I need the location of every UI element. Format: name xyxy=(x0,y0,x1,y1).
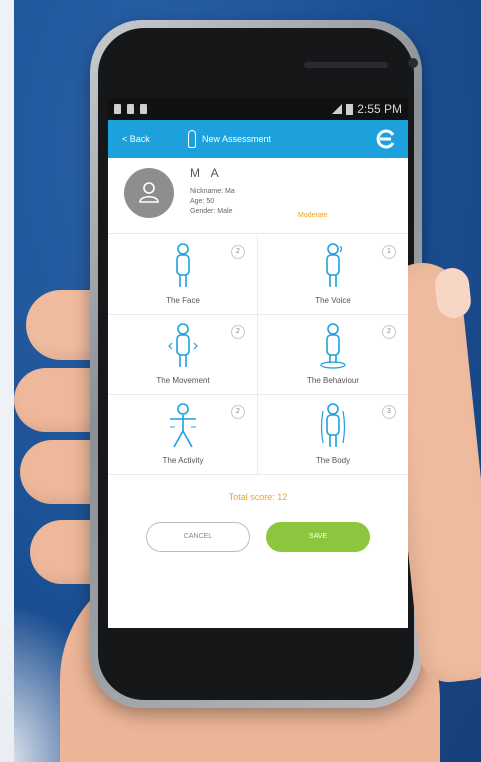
header-title-text: New Assessment xyxy=(202,134,272,144)
patient-gender: Gender: Male xyxy=(190,208,233,215)
score-badge: 2 xyxy=(231,245,245,259)
category-label: The Activity xyxy=(162,456,204,465)
patient-details: Nickname: Ma Age: 50 Gender: Male xyxy=(190,187,235,217)
signal-icon xyxy=(332,104,343,114)
score-badge: 2 xyxy=(231,405,245,419)
battery-icon xyxy=(346,103,354,115)
back-button[interactable]: < Back xyxy=(108,134,188,144)
cancel-button[interactable]: CANCEL xyxy=(146,522,250,552)
avatar-icon xyxy=(139,182,159,203)
body-figure-icon xyxy=(320,403,346,447)
face-figure-icon xyxy=(176,243,190,287)
category-movement[interactable]: 2 The Movement xyxy=(108,315,258,395)
sd-card-icon xyxy=(114,104,121,114)
patient-initials: M A xyxy=(190,166,223,180)
category-label: The Body xyxy=(315,456,351,465)
voice-figure-icon xyxy=(326,243,343,287)
app-header: < Back New Assessment xyxy=(108,120,408,158)
status-icons-left xyxy=(114,104,147,114)
phone-camera xyxy=(408,58,418,68)
category-label: The Face xyxy=(166,296,200,305)
category-label: The Behaviour xyxy=(306,376,360,385)
activity-figure-icon xyxy=(170,403,196,448)
category-voice[interactable]: 1 The Voice xyxy=(258,235,408,315)
person-icon xyxy=(188,130,196,148)
severity-badge: Moderate xyxy=(298,212,328,219)
logo-icon[interactable] xyxy=(374,128,396,150)
sim-icon xyxy=(127,104,134,114)
save-button[interactable]: SAVE xyxy=(266,522,370,552)
category-behaviour[interactable]: 2 The Behaviour xyxy=(258,315,408,395)
notification-icon xyxy=(140,104,147,114)
score-badge: 3 xyxy=(382,405,396,419)
category-body[interactable]: 3 The Body xyxy=(258,395,408,475)
movement-figure-icon xyxy=(168,323,198,367)
phone-screen: 2:55 PM < Back New Assessment M A Nickna… xyxy=(108,98,408,628)
total-score: Total score: 12 xyxy=(228,492,288,502)
category-label: The Voice xyxy=(315,296,351,305)
status-time: 2:55 PM xyxy=(357,102,402,116)
avatar xyxy=(124,168,174,218)
score-badge: 2 xyxy=(231,325,245,339)
score-badge: 2 xyxy=(382,325,396,339)
score-badge: 1 xyxy=(382,245,396,259)
status-bar: 2:55 PM xyxy=(108,98,408,120)
category-label: The Movement xyxy=(156,376,210,385)
assessment-grid: 2 The Face 1 The Voice 2 The Movement 2 … xyxy=(108,235,408,475)
category-activity[interactable]: 2 The Activity xyxy=(108,395,258,475)
status-icons-right: 2:55 PM xyxy=(332,102,402,116)
behaviour-figure-icon xyxy=(320,323,346,369)
patient-nickname: Nickname: Ma xyxy=(190,188,235,195)
header-title: New Assessment xyxy=(188,130,271,148)
phone-speaker xyxy=(304,62,388,68)
category-face[interactable]: 2 The Face xyxy=(108,235,258,315)
patient-profile: M A Nickname: Ma Age: 50 Gender: Male Mo… xyxy=(108,158,408,234)
patient-age: Age: 50 xyxy=(190,198,215,205)
